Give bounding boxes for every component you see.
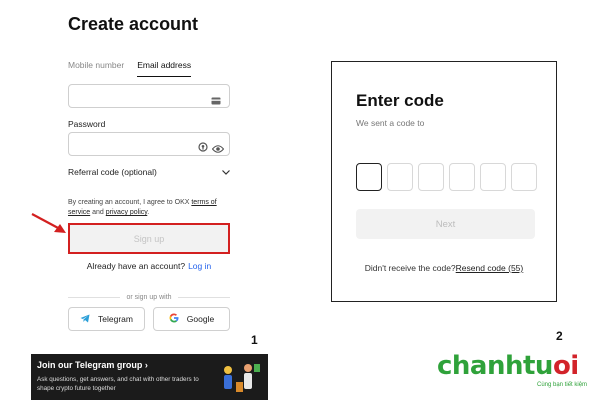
referral-toggle[interactable]: Referral code (optional) — [68, 167, 230, 177]
signup-button[interactable]: Sign up — [70, 225, 228, 252]
banner-illustration — [224, 364, 260, 392]
next-button[interactable]: Next — [356, 209, 535, 239]
telegram-promo-banner[interactable]: Join our Telegram group › Ask questions,… — [31, 354, 268, 400]
email-field[interactable] — [68, 84, 230, 108]
google-button[interactable]: Google — [153, 307, 230, 331]
tab-email-address[interactable]: Email address — [137, 60, 192, 77]
referral-label: Referral code (optional) — [68, 167, 157, 177]
step-number-2: 2 — [556, 329, 563, 343]
code-inputs — [356, 163, 537, 191]
code-digit-6[interactable] — [511, 163, 537, 191]
or-divider: or sign up with — [68, 292, 231, 302]
step-number-1: 1 — [251, 333, 258, 347]
password-field[interactable] — [68, 132, 230, 156]
telegram-icon — [80, 314, 90, 325]
telegram-button[interactable]: Telegram — [68, 307, 145, 331]
resend-prompt: Didn't receive the code?Resend code (55) — [364, 263, 524, 273]
chevron-down-icon — [222, 167, 230, 177]
banner-text: Ask questions, get answers, and chat wit… — [37, 376, 199, 392]
tab-mobile-number[interactable]: Mobile number — [68, 60, 124, 77]
enter-code-panel: Enter code We sent a code to Next Didn't… — [331, 61, 557, 302]
eye-icon[interactable] — [211, 140, 225, 158]
red-arrow-icon — [31, 213, 66, 233]
privacy-policy-link[interactable]: privacy policy — [106, 209, 148, 216]
code-digit-1[interactable] — [356, 163, 382, 191]
login-prompt: Already have an account? Log in — [86, 261, 212, 271]
signup-highlight-box: Sign up — [68, 223, 230, 254]
code-digit-2[interactable] — [387, 163, 413, 191]
code-digit-4[interactable] — [449, 163, 475, 191]
login-link[interactable]: Log in — [188, 261, 211, 271]
code-digit-3[interactable] — [418, 163, 444, 191]
card-icon[interactable] — [211, 92, 221, 110]
google-icon — [169, 313, 179, 325]
code-sent-text: We sent a code to — [356, 118, 425, 128]
signup-tabs: Mobile number Email address — [68, 60, 192, 77]
password-manager-icon[interactable] — [198, 139, 208, 157]
enter-code-title: Enter code — [356, 91, 444, 110]
chanhtuoi-logo: chanhtuoi Cùng bạn tiết kiệm — [437, 351, 597, 397]
page-title: Create account — [68, 14, 199, 34]
banner-title: Join our Telegram group › — [37, 360, 148, 370]
password-label: Password — [68, 119, 106, 129]
resend-code-link[interactable]: Resend code (55) — [456, 263, 524, 273]
logo-tagline: Cùng bạn tiết kiệm — [537, 382, 588, 388]
code-digit-5[interactable] — [480, 163, 506, 191]
terms-text: By creating an account, I agree to OKX t… — [68, 199, 217, 216]
logo-wordmark: chanhtuoi — [437, 351, 579, 381]
